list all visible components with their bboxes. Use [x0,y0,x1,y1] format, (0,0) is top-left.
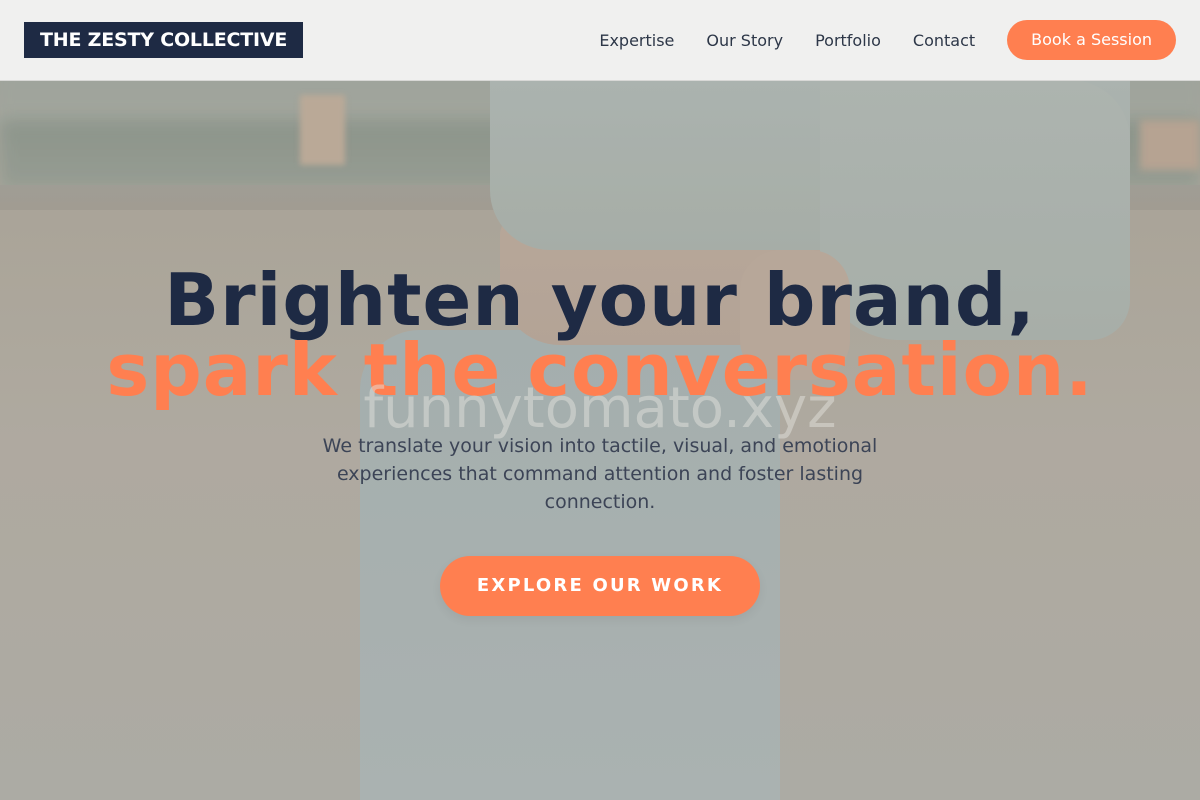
brand-logo[interactable]: THE ZESTY COLLECTIVE [24,22,304,58]
site-header: THE ZESTY COLLECTIVE Expertise Our Story… [0,0,1200,81]
nav-link-portfolio[interactable]: Portfolio [815,31,881,50]
headline-line-1: Brighten your brand, [164,258,1036,342]
nav-link-our-story[interactable]: Our Story [706,31,783,50]
hero-subtext: We translate your vision into tactile, v… [322,435,878,513]
nav-link-expertise[interactable]: Expertise [599,31,674,50]
nav-link-contact[interactable]: Contact [913,31,975,50]
explore-work-button[interactable]: EXPLORE OUR WORK [440,556,760,616]
book-session-button[interactable]: Book a Session [1007,20,1176,60]
main-nav: Expertise Our Story Portfolio Contact Bo… [599,20,1176,60]
